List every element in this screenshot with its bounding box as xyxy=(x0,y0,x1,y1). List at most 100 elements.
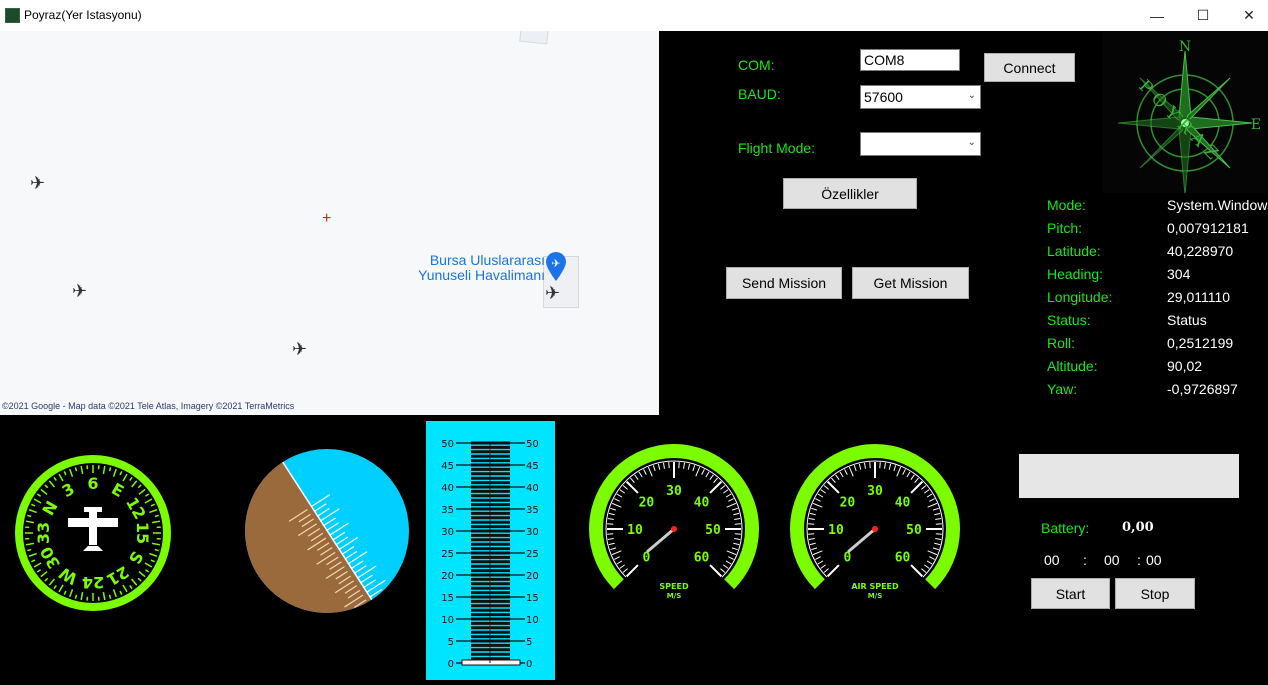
get-mission-button[interactable]: Get Mission xyxy=(852,267,969,299)
gauge-label: 30 xyxy=(867,484,883,499)
airport-pin-icon[interactable]: ✈ xyxy=(545,252,567,282)
gauge-tick xyxy=(934,513,940,514)
gauge-tick xyxy=(815,557,820,560)
app-icon xyxy=(5,8,20,23)
gauge-tick xyxy=(821,565,826,569)
telemetry-label: Yaw: xyxy=(1047,381,1077,397)
gauge-tick xyxy=(710,475,714,480)
heading-tick xyxy=(27,515,31,516)
gauge-tick xyxy=(889,464,890,470)
gauge-tick xyxy=(885,463,886,469)
minimize-button[interactable]: — xyxy=(1134,0,1180,31)
gauge-tick xyxy=(620,565,625,569)
telemetry-value: 0,2512199 xyxy=(1167,335,1233,351)
gauge-tick xyxy=(732,508,738,510)
gauge-tick xyxy=(612,503,621,507)
gauge-tick xyxy=(710,565,721,576)
gauge-tick xyxy=(907,472,910,477)
gauge-unit: M/S xyxy=(667,592,682,600)
alt-label-left: 0 xyxy=(448,659,454,670)
gauge-inner-ring xyxy=(807,461,943,577)
gauge-tick xyxy=(934,543,940,544)
drone-marker-icon[interactable]: ✈ xyxy=(72,281,87,302)
drone-marker-icon[interactable]: ✈ xyxy=(545,283,560,304)
gauge-tick xyxy=(706,472,709,477)
gauge-label: 40 xyxy=(895,495,911,510)
gauge-label: 60 xyxy=(694,551,710,566)
drone-marker-icon[interactable]: ✈ xyxy=(30,173,45,194)
gauge-tick xyxy=(859,464,860,470)
gauge-tick xyxy=(813,503,822,507)
gauge-tick xyxy=(630,478,634,483)
maximize-button[interactable]: ☐ xyxy=(1180,0,1226,31)
poyraz-logo: N E POYRAZ xyxy=(1102,31,1268,193)
gauge-label: 10 xyxy=(627,523,643,538)
pitch-tick xyxy=(354,609,372,615)
alt-label-right: 40 xyxy=(526,483,539,494)
gauge-needle xyxy=(648,529,674,551)
gauge-tick xyxy=(734,519,740,520)
gauge-tick xyxy=(927,561,932,564)
telemetry-label: Heading: xyxy=(1047,266,1103,282)
drone-marker-icon[interactable]: ✈ xyxy=(292,339,307,360)
heading-label: 15 xyxy=(133,522,152,544)
gauge-caption: AIR SPEED xyxy=(851,582,899,591)
gauge-tick xyxy=(849,467,853,476)
telemetry-label: Pitch: xyxy=(1047,220,1082,236)
gauge-tick xyxy=(684,463,685,469)
heading-tick xyxy=(155,515,159,516)
baud-label: BAUD: xyxy=(738,86,781,102)
gauge-tick xyxy=(894,465,896,471)
airport-name-line1: Bursa Uluslararası xyxy=(400,253,545,268)
send-mission-button[interactable]: Send Mission xyxy=(726,267,842,299)
gauge-tick xyxy=(809,519,815,520)
heading-tick xyxy=(110,467,111,471)
chevron-down-icon: ⌄ xyxy=(968,137,976,148)
gauge-needle xyxy=(849,529,875,551)
airport-label[interactable]: Bursa Uluslararası Yunuseli Havalimanı xyxy=(400,253,545,283)
airspeed-gauge: 0102030405060AIR SPEEDM/S xyxy=(785,441,965,611)
timer-separator: : xyxy=(1083,552,1087,568)
telemetry-label: Latitude: xyxy=(1047,243,1101,259)
alt-label-left: 40 xyxy=(441,483,454,494)
gauge-tick xyxy=(818,561,823,564)
gauge-tick xyxy=(614,557,619,560)
telemetry-value: Status xyxy=(1167,312,1207,328)
gauge-tick xyxy=(728,499,733,502)
flight-mode-select[interactable]: ⌄ xyxy=(860,132,981,156)
gauge-tick xyxy=(927,494,932,497)
gauge-tick xyxy=(824,485,829,489)
features-button[interactable]: Özellikler xyxy=(783,178,917,209)
timer-seconds: 00 xyxy=(1146,552,1162,568)
svg-text:✈: ✈ xyxy=(551,257,560,270)
gauge-tick xyxy=(720,485,725,489)
baud-select[interactable]: 57600 ⌄ xyxy=(860,85,981,109)
gauge-tick xyxy=(840,472,843,477)
stop-button[interactable]: Stop xyxy=(1115,578,1195,609)
gauge-tick xyxy=(732,548,738,550)
gauge-tick xyxy=(609,513,615,514)
alt-label-right: 50 xyxy=(526,439,539,450)
close-button[interactable]: ✕ xyxy=(1226,0,1268,31)
com-port-input[interactable]: COM8 xyxy=(860,49,960,71)
gauge-tick xyxy=(639,472,642,477)
telemetry-value: 90,02 xyxy=(1167,358,1202,374)
gauge-tick xyxy=(828,482,839,493)
gauge-tick xyxy=(933,508,939,510)
gauge-tick xyxy=(723,565,728,569)
gauge-label: 10 xyxy=(828,523,844,538)
heading-label: 24 xyxy=(82,573,104,592)
gauge-tick xyxy=(696,467,700,476)
gauge-inner-ring xyxy=(606,461,742,577)
gauge-tick xyxy=(854,465,856,471)
start-button[interactable]: Start xyxy=(1031,578,1110,609)
gauge-tick xyxy=(928,551,937,555)
battery-value: 0,00 xyxy=(1122,520,1154,535)
gauge-label: 20 xyxy=(639,495,655,510)
gauge-tick xyxy=(728,557,733,560)
connect-button[interactable]: Connect xyxy=(984,53,1075,82)
gauge-tick xyxy=(702,469,705,474)
gauge-caption: SPEED xyxy=(659,582,689,591)
airport-name-line2: Yunuseli Havalimanı xyxy=(400,268,545,283)
map-view[interactable]: ✈ ✈ ✈ ✈ + Bursa Uluslararası Yunuseli Ha… xyxy=(0,31,659,415)
